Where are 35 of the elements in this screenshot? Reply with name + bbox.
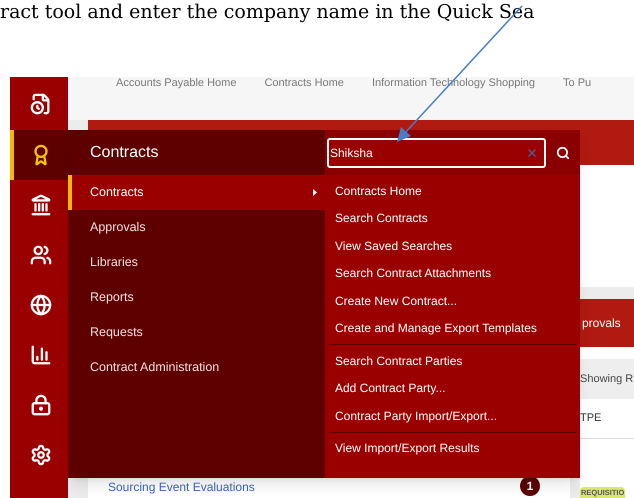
submenu-item[interactable]: Create and Manage Export Templates <box>329 314 576 342</box>
link[interactable]: Sourcing Event Evaluations <box>108 478 255 496</box>
menu-item[interactable]: Reports <box>68 280 325 315</box>
rail-item[interactable] <box>10 130 68 180</box>
submenu-item[interactable]: Contract Party Import/Export... <box>329 402 576 430</box>
users-icon <box>30 244 52 266</box>
search-field[interactable]: Shiksha <box>327 138 546 168</box>
submenu-item[interactable]: Add Contract Party... <box>329 374 576 402</box>
menu-item[interactable]: Approvals <box>68 210 325 245</box>
menu-item[interactable]: Requests <box>68 315 325 350</box>
bank-icon <box>30 194 52 216</box>
search-icon[interactable] <box>556 146 570 160</box>
submenu-item[interactable]: Create New Contract... <box>329 287 576 314</box>
document-clock-icon <box>30 92 52 114</box>
globe-icon <box>30 294 52 316</box>
card-title: provals <box>581 315 621 332</box>
bar-chart-icon <box>30 344 52 366</box>
menu-title: Contracts <box>90 142 158 162</box>
nav-link[interactable]: To Pu <box>563 77 592 120</box>
submenu-item[interactable]: View Import/Export Results <box>329 434 576 462</box>
settings-icon <box>30 444 52 466</box>
nav-link[interactable]: Accounts Payable Home <box>116 77 236 120</box>
submenu-item[interactable]: View Saved Searches <box>329 232 576 260</box>
submenu-item[interactable]: Search Contract Attachments <box>329 260 576 287</box>
submenu-item[interactable]: Search Contracts <box>329 204 576 232</box>
menu-item[interactable]: Contracts <box>68 175 325 210</box>
submenu-item[interactable]: Search Contract Parties <box>329 347 576 374</box>
menu-item[interactable]: Libraries <box>68 245 325 280</box>
nav-link[interactable]: Contracts Home <box>264 77 344 120</box>
count-badge: 1 <box>520 476 540 496</box>
submenu-item[interactable]: Contracts Home <box>329 177 576 204</box>
column-header: TPE <box>580 411 602 426</box>
menu-item[interactable]: Contract Administration <box>68 350 325 385</box>
lock-icon <box>30 394 52 416</box>
showing-text: Showing R <box>580 372 634 387</box>
